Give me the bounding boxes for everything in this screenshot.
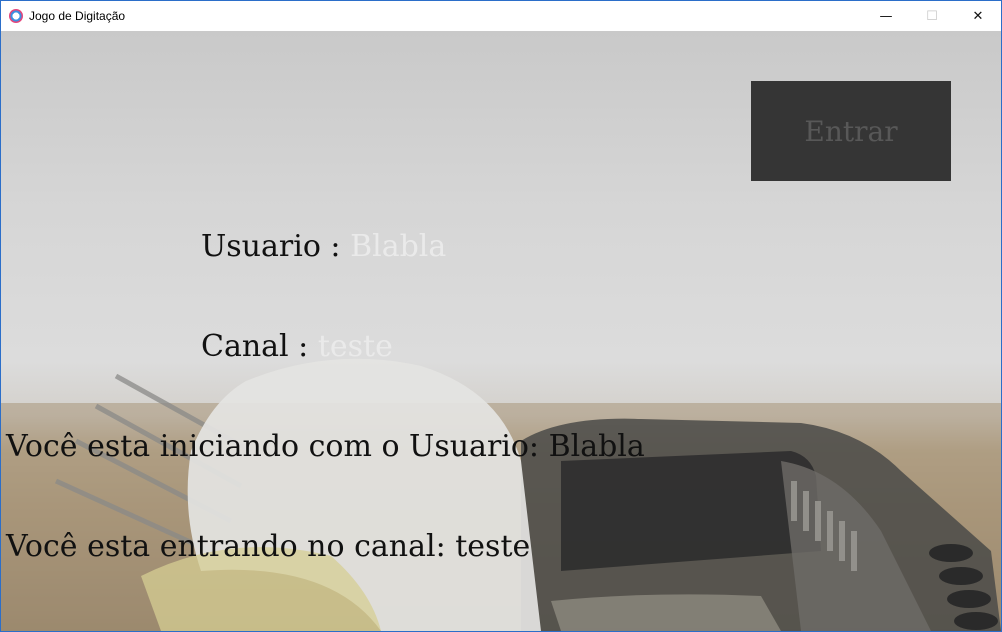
title-bar[interactable]: Jogo de Digitação — ☐ ✕ [1,1,1001,31]
maximize-icon: ☐ [926,8,938,24]
enter-button[interactable]: Entrar [751,81,951,181]
user-row: Usuario : Blabla [201,229,446,264]
close-icon: ✕ [972,8,984,24]
user-label: Usuario : [201,229,351,264]
caption-buttons: — ☐ ✕ [863,1,1001,31]
close-button[interactable]: ✕ [955,1,1001,31]
main-content: Entrar Usuario : Blabla Canal : teste Vo… [1,31,1001,631]
minimize-icon: — [879,8,893,24]
app-window: Jogo de Digitação — ☐ ✕ Entrar Usuario:… [0,0,1002,632]
user-status-value: Blabla [548,429,645,464]
user-status-line: Você esta iniciando com o Usuario: Blabl… [6,429,645,464]
channel-row: Canal : teste [201,329,393,364]
user-value[interactable]: Blabla [350,229,446,264]
user-status-prefix: Você esta iniciando com o Usuario: [6,429,549,464]
channel-status-value: teste [455,529,531,564]
channel-status-prefix: Você esta entrando no canal: [6,529,456,564]
window-title: Jogo de Digitação [29,9,126,23]
app-logo-icon [9,9,23,23]
channel-label: Canal : [201,329,318,364]
minimize-button[interactable]: — [863,1,909,31]
maximize-button[interactable]: ☐ [909,1,955,31]
channel-status-line: Você esta entrando no canal: teste [6,529,530,564]
channel-value[interactable]: teste [318,329,393,364]
